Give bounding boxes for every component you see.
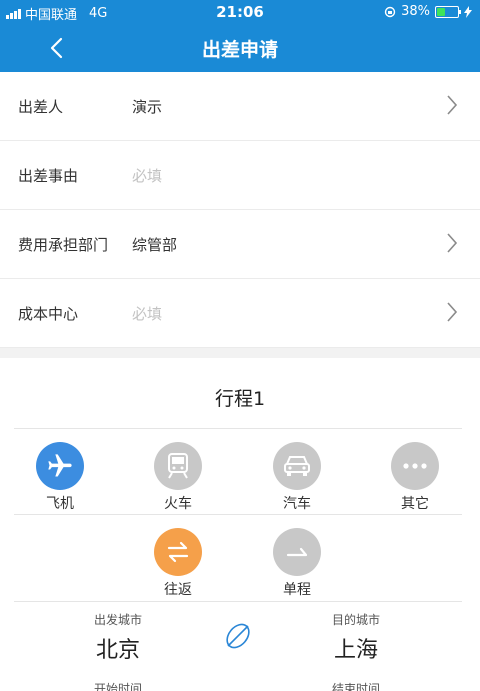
battery-percent: 38% xyxy=(401,4,430,19)
car-icon xyxy=(273,442,321,490)
battery-icon xyxy=(435,5,461,18)
mode-airplane[interactable]: 飞机 xyxy=(24,442,96,513)
traveler-label: 出差人 xyxy=(18,97,64,116)
travel-form: 出差人 演示 出差事由 必填 费用承担部门 综管部 成本中心 必填 xyxy=(0,72,480,348)
trip-type-one-way[interactable]: 单程 xyxy=(261,528,333,599)
swap-icon xyxy=(226,623,250,649)
mode-label: 其它 xyxy=(401,496,429,512)
destination-block[interactable]: 目的城市 上海 xyxy=(296,611,416,664)
trip-type-round-trip[interactable]: 往返 xyxy=(142,528,214,599)
swap-cities-button[interactable] xyxy=(220,618,256,654)
reason-input[interactable]: 必填 xyxy=(132,165,162,186)
mode-car[interactable]: 汽车 xyxy=(261,442,333,513)
page-title: 出差申请 xyxy=(201,39,278,61)
traveler-value: 演示 xyxy=(132,97,163,116)
chevron-right-icon xyxy=(447,95,458,115)
start-time-caption[interactable]: 开始时间 xyxy=(58,680,178,691)
cost-center-row[interactable]: 成本中心 必填 xyxy=(0,279,480,348)
airplane-icon xyxy=(36,442,84,490)
trip-type-label: 往返 xyxy=(164,582,192,598)
trip-type-label: 单程 xyxy=(283,582,311,598)
mode-train[interactable]: 火车 xyxy=(142,442,214,513)
trip-title: 行程1 xyxy=(214,388,266,410)
status-right: 38% xyxy=(384,4,472,19)
departure-city[interactable]: 北京 xyxy=(58,632,178,664)
divider xyxy=(14,428,462,429)
department-label: 费用承担部门 xyxy=(18,235,109,254)
divider xyxy=(14,601,462,602)
reason-label: 出差事由 xyxy=(18,166,79,185)
departure-block[interactable]: 出发城市 北京 xyxy=(58,611,178,664)
department-value: 综管部 xyxy=(132,235,178,254)
one-way-icon xyxy=(273,528,321,576)
battery-fill xyxy=(437,7,445,16)
cost-center-input[interactable]: 必填 xyxy=(132,303,162,324)
divider xyxy=(14,514,462,515)
app-header: 中国联通 4G 21:06 38% 出差申请 xyxy=(0,0,480,72)
more-icon xyxy=(391,442,439,490)
train-icon xyxy=(154,442,202,490)
mode-label: 汽车 xyxy=(283,496,311,512)
traveler-row[interactable]: 出差人 演示 xyxy=(0,72,480,141)
mode-other[interactable]: 其它 xyxy=(379,442,451,513)
end-time-caption[interactable]: 结束时间 xyxy=(296,680,416,691)
mode-label: 火车 xyxy=(164,496,192,512)
rotation-lock-icon xyxy=(384,6,396,17)
destination-caption: 目的城市 xyxy=(331,613,380,627)
departure-caption: 出发城市 xyxy=(93,613,142,627)
charging-icon xyxy=(464,5,472,18)
cost-center-label: 成本中心 xyxy=(18,304,79,323)
section-divider xyxy=(0,348,480,358)
department-row[interactable]: 费用承担部门 综管部 xyxy=(0,210,480,279)
destination-city[interactable]: 上海 xyxy=(296,632,416,664)
status-bar: 中国联通 4G 21:06 38% xyxy=(0,0,480,24)
round-trip-icon xyxy=(154,528,202,576)
reason-row[interactable]: 出差事由 必填 xyxy=(0,141,480,210)
mode-label: 飞机 xyxy=(46,496,74,512)
chevron-right-icon xyxy=(447,302,458,322)
chevron-right-icon xyxy=(447,233,458,253)
